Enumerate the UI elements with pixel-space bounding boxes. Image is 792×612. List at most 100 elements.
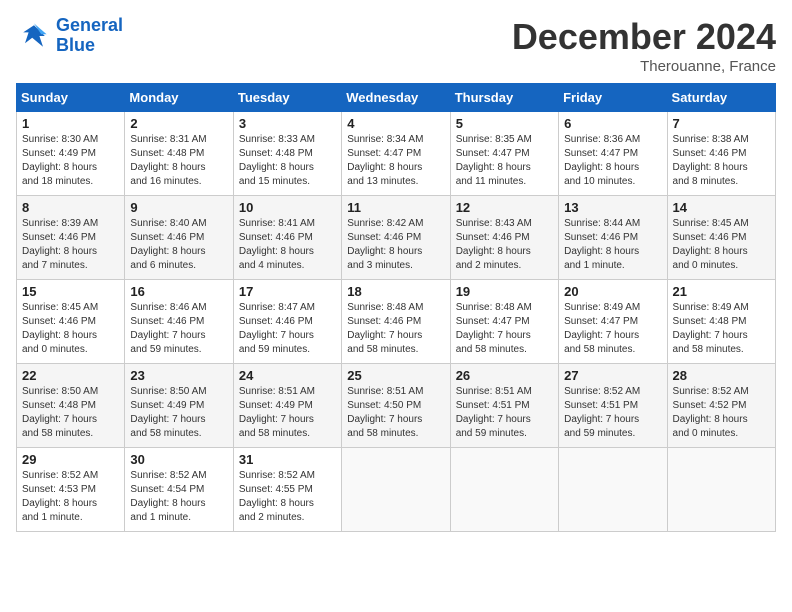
day-number: 11 (347, 200, 444, 215)
calendar-cell: 24 Sunrise: 8:51 AM Sunset: 4:49 PM Dayli… (233, 364, 341, 448)
title-block: December 2024 Therouanne, France (512, 16, 776, 75)
calendar-cell: 21Sunrise: 8:49 AM Sunset: 4:48 PM Dayli… (667, 280, 775, 364)
calendar-cell: 18 Sunrise: 8:48 AM Sunset: 4:46 PM Dayli… (342, 280, 450, 364)
calendar-cell (559, 448, 667, 532)
day-header-tuesday: Tuesday (233, 84, 341, 112)
day-info: Sunrise: 8:48 AM Sunset: 4:46 PM Dayligh… (347, 301, 444, 357)
day-number: 1 (22, 116, 119, 131)
calendar-cell: 3 Sunrise: 8:33 AM Sunset: 4:48 PM Daylig… (233, 112, 341, 196)
day-info: Sunrise: 8:39 AM Sunset: 4:46 PM Dayligh… (22, 217, 119, 273)
day-number: 15 (22, 284, 119, 299)
calendar-cell: 20 Sunrise: 8:49 AM Sunset: 4:47 PM Dayli… (559, 280, 667, 364)
calendar-week-row: 22 Sunrise: 8:50 AM Sunset: 4:48 PM Dayli… (17, 364, 776, 448)
day-info: Sunrise: 8:51 AM Sunset: 4:51 PM Dayligh… (456, 385, 553, 441)
day-number: 12 (456, 200, 553, 215)
day-number: 14 (673, 200, 770, 215)
day-number: 24 (239, 368, 336, 383)
calendar-cell: 25 Sunrise: 8:51 AM Sunset: 4:50 PM Dayli… (342, 364, 450, 448)
calendar-cell: 5 Sunrise: 8:35 AM Sunset: 4:47 PM Daylig… (450, 112, 558, 196)
calendar-cell: 26 Sunrise: 8:51 AM Sunset: 4:51 PM Dayli… (450, 364, 558, 448)
day-number: 28 (673, 368, 770, 383)
logo: General Blue (16, 16, 123, 56)
day-header-saturday: Saturday (667, 84, 775, 112)
day-number: 22 (22, 368, 119, 383)
day-number: 6 (564, 116, 661, 131)
day-info: Sunrise: 8:52 AM Sunset: 4:52 PM Dayligh… (673, 385, 770, 441)
day-info: Sunrise: 8:49 AM Sunset: 4:47 PM Dayligh… (564, 301, 661, 357)
day-info: Sunrise: 8:50 AM Sunset: 4:48 PM Dayligh… (22, 385, 119, 441)
calendar-week-row: 1 Sunrise: 8:30 AM Sunset: 4:49 PM Daylig… (17, 112, 776, 196)
calendar-cell: 14 Sunrise: 8:45 AM Sunset: 4:46 PM Dayli… (667, 196, 775, 280)
calendar-cell: 6Sunrise: 8:36 AM Sunset: 4:47 PM Daylig… (559, 112, 667, 196)
day-info: Sunrise: 8:31 AM Sunset: 4:48 PM Dayligh… (130, 133, 227, 189)
month-title: December 2024 (512, 16, 776, 58)
calendar-cell: 30Sunrise: 8:52 AM Sunset: 4:54 PM Dayli… (125, 448, 233, 532)
day-number: 29 (22, 452, 119, 467)
day-number: 2 (130, 116, 227, 131)
day-info: Sunrise: 8:48 AM Sunset: 4:47 PM Dayligh… (456, 301, 553, 357)
calendar-week-row: 8 Sunrise: 8:39 AM Sunset: 4:46 PM Daylig… (17, 196, 776, 280)
calendar-cell (450, 448, 558, 532)
calendar-cell: 17 Sunrise: 8:47 AM Sunset: 4:46 PM Dayli… (233, 280, 341, 364)
day-info: Sunrise: 8:45 AM Sunset: 4:46 PM Dayligh… (673, 217, 770, 273)
calendar-cell: 12 Sunrise: 8:43 AM Sunset: 4:46 PM Dayli… (450, 196, 558, 280)
day-info: Sunrise: 8:51 AM Sunset: 4:49 PM Dayligh… (239, 385, 336, 441)
day-number: 31 (239, 452, 336, 467)
day-info: Sunrise: 8:49 AM Sunset: 4:48 PM Dayligh… (673, 301, 770, 357)
calendar-cell: 4Sunrise: 8:34 AM Sunset: 4:47 PM Daylig… (342, 112, 450, 196)
calendar-cell: 8 Sunrise: 8:39 AM Sunset: 4:46 PM Daylig… (17, 196, 125, 280)
calendar-cell: 28 Sunrise: 8:52 AM Sunset: 4:52 PM Dayli… (667, 364, 775, 448)
day-info: Sunrise: 8:46 AM Sunset: 4:46 PM Dayligh… (130, 301, 227, 357)
day-info: Sunrise: 8:33 AM Sunset: 4:48 PM Dayligh… (239, 133, 336, 189)
calendar-cell (667, 448, 775, 532)
calendar-cell: 7 Sunrise: 8:38 AM Sunset: 4:46 PM Daylig… (667, 112, 775, 196)
day-number: 9 (130, 200, 227, 215)
day-info: Sunrise: 8:47 AM Sunset: 4:46 PM Dayligh… (239, 301, 336, 357)
day-number: 26 (456, 368, 553, 383)
calendar-cell: 10Sunrise: 8:41 AM Sunset: 4:46 PM Dayli… (233, 196, 341, 280)
day-number: 8 (22, 200, 119, 215)
day-header-wednesday: Wednesday (342, 84, 450, 112)
day-info: Sunrise: 8:35 AM Sunset: 4:47 PM Dayligh… (456, 133, 553, 189)
calendar-week-row: 29 Sunrise: 8:52 AM Sunset: 4:53 PM Dayli… (17, 448, 776, 532)
day-number: 25 (347, 368, 444, 383)
calendar-cell (342, 448, 450, 532)
day-info: Sunrise: 8:45 AM Sunset: 4:46 PM Dayligh… (22, 301, 119, 357)
day-number: 10 (239, 200, 336, 215)
calendar-cell: 2 Sunrise: 8:31 AM Sunset: 4:48 PM Daylig… (125, 112, 233, 196)
calendar-table: SundayMondayTuesdayWednesdayThursdayFrid… (16, 83, 776, 532)
day-info: Sunrise: 8:51 AM Sunset: 4:50 PM Dayligh… (347, 385, 444, 441)
day-number: 30 (130, 452, 227, 467)
calendar-cell: 22 Sunrise: 8:50 AM Sunset: 4:48 PM Dayli… (17, 364, 125, 448)
day-info: Sunrise: 8:44 AM Sunset: 4:46 PM Dayligh… (564, 217, 661, 273)
logo-text: General Blue (56, 16, 123, 56)
calendar-cell: 9Sunrise: 8:40 AM Sunset: 4:46 PM Daylig… (125, 196, 233, 280)
day-header-sunday: Sunday (17, 84, 125, 112)
day-number: 3 (239, 116, 336, 131)
calendar-cell: 31Sunrise: 8:52 AM Sunset: 4:55 PM Dayli… (233, 448, 341, 532)
day-number: 20 (564, 284, 661, 299)
day-info: Sunrise: 8:52 AM Sunset: 4:51 PM Dayligh… (564, 385, 661, 441)
day-header-friday: Friday (559, 84, 667, 112)
day-number: 23 (130, 368, 227, 383)
day-header-thursday: Thursday (450, 84, 558, 112)
location-subtitle: Therouanne, France (512, 58, 776, 75)
day-info: Sunrise: 8:52 AM Sunset: 4:53 PM Dayligh… (22, 469, 119, 525)
calendar-cell: 15 Sunrise: 8:45 AM Sunset: 4:46 PM Dayli… (17, 280, 125, 364)
day-number: 18 (347, 284, 444, 299)
day-header-monday: Monday (125, 84, 233, 112)
page-header: General Blue December 2024 Therouanne, F… (16, 16, 776, 75)
calendar-cell: 19Sunrise: 8:48 AM Sunset: 4:47 PM Dayli… (450, 280, 558, 364)
day-info: Sunrise: 8:38 AM Sunset: 4:46 PM Dayligh… (673, 133, 770, 189)
day-info: Sunrise: 8:50 AM Sunset: 4:49 PM Dayligh… (130, 385, 227, 441)
day-info: Sunrise: 8:43 AM Sunset: 4:46 PM Dayligh… (456, 217, 553, 273)
day-info: Sunrise: 8:34 AM Sunset: 4:47 PM Dayligh… (347, 133, 444, 189)
calendar-cell: 16Sunrise: 8:46 AM Sunset: 4:46 PM Dayli… (125, 280, 233, 364)
day-number: 17 (239, 284, 336, 299)
day-number: 7 (673, 116, 770, 131)
day-info: Sunrise: 8:30 AM Sunset: 4:49 PM Dayligh… (22, 133, 119, 189)
day-number: 5 (456, 116, 553, 131)
calendar-cell: 27 Sunrise: 8:52 AM Sunset: 4:51 PM Dayli… (559, 364, 667, 448)
day-number: 27 (564, 368, 661, 383)
calendar-cell: 29 Sunrise: 8:52 AM Sunset: 4:53 PM Dayli… (17, 448, 125, 532)
